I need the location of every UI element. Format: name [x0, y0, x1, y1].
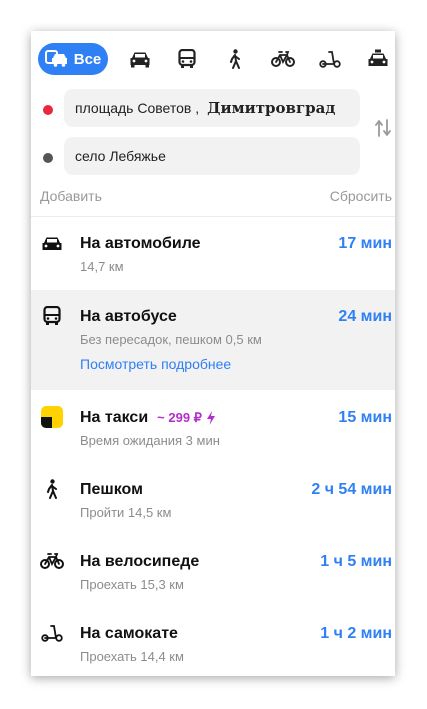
- route-subtitle: Пройти 14,5 км: [80, 505, 172, 520]
- scooter-icon: [40, 621, 64, 645]
- route-title: На автомобиле: [80, 235, 201, 252]
- route-panel: Все площадь Советов , Димитровград село …: [31, 31, 395, 676]
- route-time: 1 ч 5 мин: [320, 553, 392, 570]
- taxi-icon: [368, 49, 388, 66]
- route-time: 15 мин: [338, 409, 392, 426]
- surge-bolt-icon: [206, 410, 215, 425]
- route-title-row: На такси ~ 299 ₽: [80, 409, 216, 427]
- route-option-scooter[interactable]: На самокате Проехать 14,4 км 1 ч 2 мин: [31, 607, 395, 676]
- mode-bicycle-button[interactable]: [269, 45, 297, 73]
- yandex-taxi-icon: [40, 405, 64, 429]
- reset-button[interactable]: Сбросить: [330, 188, 392, 204]
- bus-icon: [40, 304, 64, 328]
- transport-mode-bar: Все: [31, 31, 395, 89]
- mode-car-button[interactable]: [126, 45, 154, 73]
- route-title: На самокате: [80, 625, 178, 642]
- route-subtitle: 14,7 км: [80, 259, 124, 274]
- taxi-price: ~ 299 ₽: [157, 410, 202, 425]
- mode-all-label: Все: [73, 50, 102, 68]
- origin-input[interactable]: площадь Советов , Димитровград: [64, 89, 360, 127]
- route-title: На такси: [80, 409, 149, 426]
- route-option-bus[interactable]: На автобусе Без пересадок, пешком 0,5 км…: [31, 290, 395, 390]
- route-option-taxi[interactable]: На такси ~ 299 ₽ Время ожидания 3 мин 15 …: [31, 391, 395, 463]
- route-subtitle: Проехать 14,4 км: [80, 649, 184, 664]
- mode-scooter-button[interactable]: [316, 45, 344, 73]
- pedestrian-icon: [40, 477, 64, 501]
- mode-all-button[interactable]: Все: [38, 43, 108, 75]
- mode-taxi-button[interactable]: [364, 45, 392, 73]
- route-time: 2 ч 54 мин: [311, 481, 392, 498]
- bus-icon: [178, 49, 196, 68]
- route-time: 1 ч 2 мин: [320, 625, 392, 642]
- route-option-bicycle[interactable]: На велосипеде Проехать 15,3 км 1 ч 5 мин: [31, 535, 395, 607]
- pedestrian-icon: [230, 49, 240, 69]
- swap-arrows-icon: [375, 119, 391, 137]
- route-option-pedestrian[interactable]: Пешком Пройти 14,5 км 2 ч 54 мин: [31, 463, 395, 535]
- route-option-car[interactable]: На автомобиле 14,7 км 17 мин: [31, 217, 395, 289]
- route-subtitle: Время ожидания 3 мин: [80, 433, 220, 448]
- destination-dot: [43, 153, 53, 163]
- bicycle-icon: [271, 51, 295, 67]
- origin-dot: [43, 105, 53, 115]
- origin-city-text: Димитровград: [207, 99, 336, 117]
- route-subtitle: Без пересадок, пешком 0,5 км: [80, 332, 262, 347]
- route-details-link[interactable]: Посмотреть подробнее: [80, 356, 231, 372]
- add-point-button[interactable]: Добавить: [40, 188, 102, 204]
- route-title: Пешком: [80, 481, 143, 498]
- route-time: 24 мин: [338, 308, 392, 325]
- origin-text: площадь Советов ,: [75, 100, 200, 116]
- multimodal-car-bus-icon: [44, 50, 69, 68]
- scooter-icon: [319, 51, 341, 68]
- car-icon: [40, 232, 64, 256]
- mode-bus-button[interactable]: [173, 45, 201, 73]
- route-subtitle: Проехать 15,3 км: [80, 577, 184, 592]
- route-time: 17 мин: [338, 235, 392, 252]
- route-title: На велосипеде: [80, 553, 200, 570]
- car-icon: [130, 52, 150, 68]
- swap-points-button[interactable]: [374, 118, 392, 140]
- mode-pedestrian-button[interactable]: [221, 45, 249, 73]
- route-title: На автобусе: [80, 308, 177, 325]
- destination-text: село Лебяжье: [75, 148, 166, 164]
- bicycle-icon: [40, 549, 64, 573]
- destination-input[interactable]: село Лебяжье: [64, 137, 360, 175]
